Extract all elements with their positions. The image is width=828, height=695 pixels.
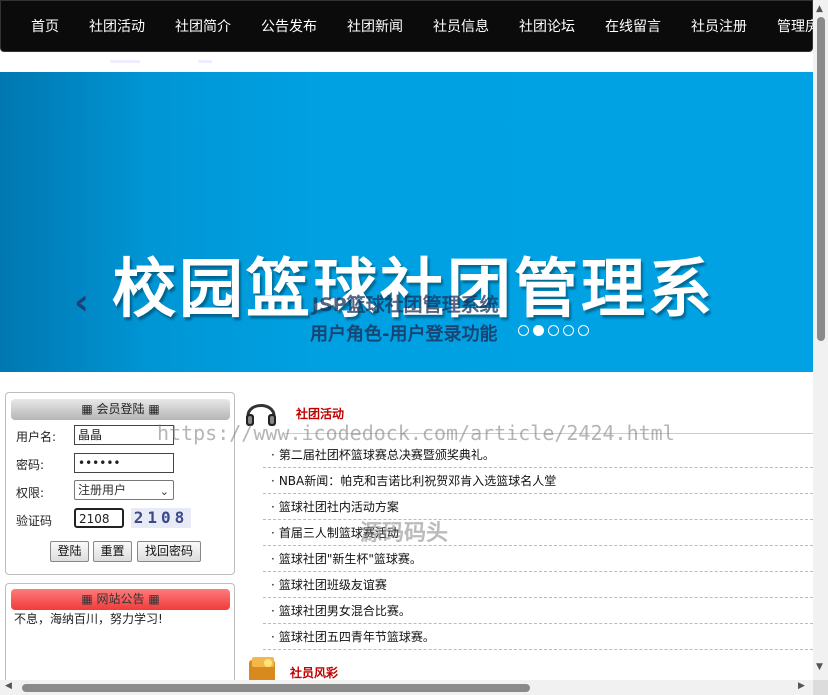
page-viewport: 首页 社团活动 社团简介 公告发布 社团新闻 社员信息 社团论坛 在线留言 社员注册 管理房 校园… bbox=[0, 0, 813, 680]
list-item-title: 第二届社团杯篮球赛总决赛暨颁奖典礼。 bbox=[278, 448, 495, 462]
banner-subtitle: 用户角色-用户登录功能 bbox=[310, 324, 498, 345]
login-button[interactable]: 登陆 bbox=[50, 541, 89, 562]
top-navigation: 首页 社团活动 社团简介 公告发布 社团新闻 社员信息 社团论坛 在线留言 社员注册 管理房 bbox=[0, 0, 813, 52]
list-item[interactable]: · 篮球社团五四青年节篮球赛。 bbox=[263, 624, 813, 650]
scrollbar-corner bbox=[813, 680, 828, 695]
photo-album-icon bbox=[249, 657, 275, 680]
list-item[interactable]: · 篮球社团男女混合比赛。 bbox=[263, 598, 813, 624]
vertical-scroll-thumb[interactable] bbox=[817, 17, 825, 341]
list-item[interactable]: · NBA新闻：帕克和吉诺比利祝贺邓肯入选篮球名人堂 bbox=[263, 468, 813, 494]
bullet-icon: · bbox=[271, 552, 275, 566]
banner-slide-dot[interactable] bbox=[518, 325, 529, 336]
header-grip-icon: ▦ bbox=[81, 592, 93, 606]
activities-section-title[interactable]: 社团活动 bbox=[296, 405, 344, 422]
nav-item[interactable]: 社团论坛 bbox=[519, 1, 575, 53]
password-input[interactable]: •••••• bbox=[74, 453, 174, 473]
list-item-title: 篮球社团五四青年节篮球赛。 bbox=[278, 630, 435, 644]
horizontal-scrollbar[interactable]: ◀ ▶ bbox=[0, 680, 813, 695]
banner-system-title: JSP篮球社团管理系统 bbox=[312, 294, 499, 316]
nav-item[interactable]: 社团活动 bbox=[89, 1, 145, 53]
nav-item[interactable]: 公告发布 bbox=[261, 1, 317, 53]
list-item[interactable]: · 篮球社团社内活动方案 bbox=[263, 494, 813, 520]
banner-prev-arrow-icon[interactable]: ‹ bbox=[74, 282, 89, 323]
bullet-icon: · bbox=[271, 474, 275, 488]
chevron-down-icon: ⌄ bbox=[159, 485, 169, 498]
brand-watermark: 源码码头 bbox=[360, 521, 449, 546]
notice-text: 不息，海纳百川，努力学习! bbox=[14, 612, 163, 626]
reset-button[interactable]: 重置 bbox=[93, 541, 132, 562]
bullet-icon: · bbox=[271, 526, 275, 540]
recover-password-button[interactable]: 找回密码 bbox=[137, 541, 201, 562]
bullet-icon: · bbox=[271, 630, 275, 644]
bullet-icon: · bbox=[271, 500, 275, 514]
nav-item[interactable]: 社员信息 bbox=[433, 1, 489, 53]
activities-news-list: · 第二届社团杯篮球赛总决赛暨颁奖典礼。 · NBA新闻：帕克和吉诺比利祝贺邓肯入选篮… bbox=[263, 442, 813, 650]
nav-item[interactable]: 社员注册 bbox=[691, 1, 747, 53]
list-item-title: 篮球社团班级友谊赛 bbox=[278, 578, 387, 592]
list-item-title: 篮球社团社内活动方案 bbox=[278, 500, 399, 514]
member-login-panel: ▦ 会员登陆 ▦ 用户名: 晶晶 密码: •••••• 权限: 注册用户 ⌄ 验… bbox=[5, 392, 235, 575]
username-label: 用户名: bbox=[16, 430, 57, 444]
banner-slide-dot[interactable] bbox=[578, 325, 589, 336]
notice-panel-header: ▦ 网站公告 ▦ bbox=[11, 589, 230, 610]
list-item[interactable]: · 篮球社团班级友谊赛 bbox=[263, 572, 813, 598]
members-section-title[interactable]: 社员风彩 bbox=[290, 664, 338, 680]
bullet-icon: · bbox=[271, 448, 275, 462]
captcha-image[interactable]: 2108 bbox=[131, 508, 191, 528]
header-grip-icon: ▦ bbox=[148, 592, 160, 606]
scroll-left-arrow-icon[interactable]: ◀ bbox=[5, 681, 12, 691]
nav-item[interactable]: 在线留言 bbox=[605, 1, 661, 53]
nav-item[interactable]: 首页 bbox=[31, 1, 59, 53]
login-panel-header: ▦ 会员登陆 ▦ bbox=[11, 399, 230, 420]
bullet-icon: · bbox=[271, 604, 275, 618]
url-watermark: https://www.icodedock.com/article/2424.h… bbox=[157, 421, 675, 445]
captcha-label: 验证码 bbox=[16, 514, 53, 528]
list-item-title: NBA新闻：帕克和吉诺比利祝贺邓肯入选篮球名人堂 bbox=[278, 474, 557, 488]
list-item[interactable]: · 篮球社团"新生杯"篮球赛。 bbox=[263, 546, 813, 572]
role-select-value: 注册用户 bbox=[78, 483, 127, 497]
list-item-title: 篮球社团男女混合比赛。 bbox=[278, 604, 411, 618]
list-item-title: 篮球社团"新生杯"篮球赛。 bbox=[278, 552, 422, 566]
scroll-down-arrow-icon[interactable]: ▼ bbox=[816, 662, 823, 672]
banner-slide-dot[interactable] bbox=[548, 325, 559, 336]
scroll-right-arrow-icon[interactable]: ▶ bbox=[798, 681, 805, 691]
role-select[interactable]: 注册用户 ⌄ bbox=[74, 480, 174, 500]
nav-item[interactable]: 社团简介 bbox=[175, 1, 231, 53]
login-panel-title: 会员登陆 bbox=[96, 402, 145, 416]
banner-slide-dots bbox=[518, 325, 589, 336]
bullet-icon: · bbox=[271, 578, 275, 592]
decor-fragment bbox=[198, 60, 212, 63]
password-label: 密码: bbox=[16, 458, 45, 472]
banner-top-strip bbox=[0, 52, 813, 72]
banner-slide-dot[interactable] bbox=[533, 325, 544, 336]
notice-panel-title: 网站公告 bbox=[96, 592, 145, 606]
site-notice-panel: ▦ 网站公告 ▦ 不息，海纳百川，努力学习! bbox=[5, 583, 235, 680]
nav-items: 首页 社团活动 社团简介 公告发布 社团新闻 社员信息 社团论坛 在线留言 社员注册 管理房 bbox=[31, 1, 813, 53]
role-label: 权限: bbox=[16, 486, 45, 500]
header-grip-icon: ▦ bbox=[81, 402, 93, 416]
captcha-input[interactable]: 2108 bbox=[74, 508, 124, 528]
decor-fragment bbox=[110, 60, 140, 63]
nav-item[interactable]: 社团新闻 bbox=[347, 1, 403, 53]
scroll-up-arrow-icon[interactable]: ▲ bbox=[816, 4, 823, 14]
banner-slide-dot[interactable] bbox=[563, 325, 574, 336]
nav-item[interactable]: 管理房 bbox=[777, 1, 813, 53]
header-grip-icon: ▦ bbox=[148, 402, 160, 416]
vertical-scrollbar[interactable]: ▲ ▼ bbox=[813, 0, 828, 680]
list-item[interactable]: · 第二届社团杯篮球赛总决赛暨颁奖典礼。 bbox=[263, 442, 813, 468]
list-item[interactable]: · 首届三人制篮球赛活动 bbox=[263, 520, 813, 546]
hero-banner: 校园篮球社团管理系 JSP篮球社团管理系统 ‹ 用户角色-用户登录功能 bbox=[0, 72, 813, 372]
horizontal-scroll-thumb[interactable] bbox=[22, 684, 530, 692]
